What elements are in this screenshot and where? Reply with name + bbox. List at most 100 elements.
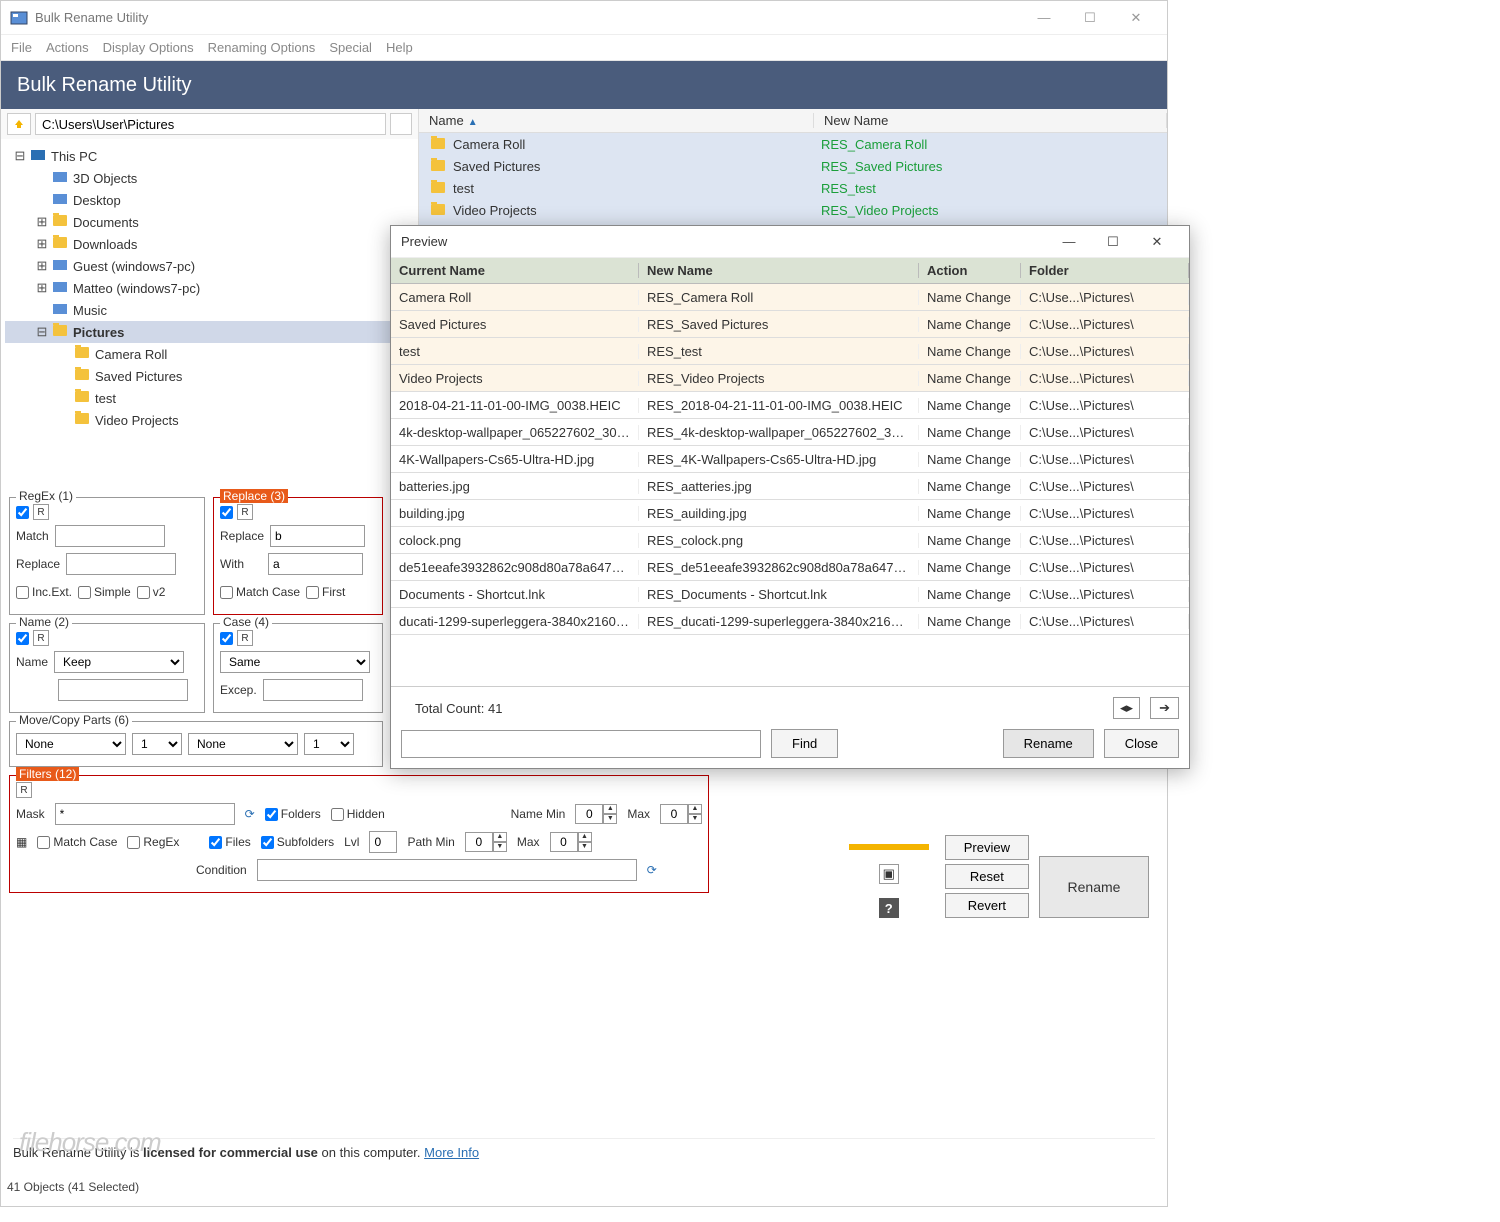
preview-rename-button[interactable]: Rename [1003, 729, 1094, 758]
preview-row[interactable]: ducati-1299-superleggera-3840x2160-4k-ra… [391, 608, 1189, 635]
case-reset[interactable]: R [237, 630, 253, 646]
more-info-link[interactable]: More Info [424, 1145, 479, 1160]
filters-matchcase[interactable] [37, 836, 50, 849]
regex-reset[interactable]: R [33, 504, 49, 520]
regex-match-input[interactable] [55, 525, 165, 547]
select-icon[interactable]: ▣ [879, 864, 899, 884]
namemin-input[interactable] [575, 804, 603, 824]
preview-row[interactable]: 4K-Wallpapers-Cs65-Ultra-HD.jpgRES_4K-Wa… [391, 446, 1189, 473]
regex-simple[interactable] [78, 586, 91, 599]
tree-toggle[interactable]: ⊞ [35, 280, 49, 296]
tree-item[interactable]: ⊞Matteo (windows7-pc) [5, 277, 414, 299]
name-enable[interactable] [16, 632, 29, 645]
tree-item[interactable]: ⊟Pictures [5, 321, 414, 343]
col-newname[interactable]: New Name [814, 113, 1167, 128]
preview-row[interactable]: de51eeafe3932862c908d80a78a6477e.jpgRES_… [391, 554, 1189, 581]
filters-files[interactable] [209, 836, 222, 849]
menu-special[interactable]: Special [329, 40, 372, 55]
tree-item[interactable]: ⊟This PC [5, 145, 414, 167]
preview-maximize[interactable]: ☐ [1091, 228, 1135, 256]
preview-row[interactable]: 2018-04-21-11-01-00-IMG_0038.HEICRES_201… [391, 392, 1189, 419]
replace-reset[interactable]: R [237, 504, 253, 520]
max-input[interactable] [660, 804, 688, 824]
close-button[interactable]: ✕ [1113, 4, 1159, 32]
browse-button[interactable] [390, 113, 412, 135]
preview-button[interactable]: Preview [945, 835, 1029, 860]
tree-item[interactable]: Video Projects [5, 409, 414, 431]
tree-item[interactable]: Music [5, 299, 414, 321]
tree-toggle[interactable]: ⊞ [35, 214, 49, 230]
preview-body[interactable]: Camera RollRES_Camera RollName ChangeC:\… [391, 284, 1189, 686]
refresh-icon-2[interactable]: ⟳ [647, 863, 657, 877]
tree-toggle[interactable]: ⊟ [13, 148, 27, 164]
file-row[interactable]: Saved PicturesRES_Saved Pictures [419, 155, 1167, 177]
condition-input[interactable] [257, 859, 637, 881]
filters-regex[interactable] [127, 836, 140, 849]
col-name[interactable]: Name▲ [419, 113, 814, 128]
folder-tree[interactable]: ⊟This PC3D ObjectsDesktop⊞Documents⊞Down… [1, 139, 418, 489]
regex-v2[interactable] [137, 586, 150, 599]
name-extra-input[interactable] [58, 679, 188, 701]
pv-col-new[interactable]: New Name [639, 263, 919, 278]
export-icon[interactable]: ➔ [1150, 697, 1179, 719]
with-input[interactable] [268, 553, 363, 575]
filters-hidden[interactable] [331, 808, 344, 821]
tree-item[interactable]: ⊞Documents [5, 211, 414, 233]
file-row[interactable]: testRES_test [419, 177, 1167, 199]
movecopy-num2[interactable]: 1 [304, 733, 354, 755]
tree-item[interactable]: Camera Roll [5, 343, 414, 365]
replace-first[interactable] [306, 586, 319, 599]
replace-enable[interactable] [220, 506, 233, 519]
pathmin-input[interactable] [465, 832, 493, 852]
movecopy-sel2[interactable]: None [188, 733, 298, 755]
filters-reset[interactable]: R [16, 782, 32, 798]
revert-button[interactable]: Revert [945, 893, 1029, 918]
maximize-button[interactable]: ☐ [1067, 4, 1113, 32]
preview-row[interactable]: building.jpgRES_auilding.jpgName ChangeC… [391, 500, 1189, 527]
case-excep-input[interactable] [263, 679, 363, 701]
minimize-button[interactable]: — [1021, 4, 1067, 32]
file-row[interactable]: Video ProjectsRES_Video Projects [419, 199, 1167, 221]
tree-toggle[interactable]: ⊞ [35, 236, 49, 252]
max2-input[interactable] [550, 832, 578, 852]
case-select[interactable]: Same [220, 651, 370, 673]
menu-actions[interactable]: Actions [46, 40, 89, 55]
tree-item[interactable]: Desktop [5, 189, 414, 211]
movecopy-sel1[interactable]: None [16, 733, 126, 755]
menu-file[interactable]: File [11, 40, 32, 55]
filters-folders[interactable] [265, 808, 278, 821]
tree-item[interactable]: test [5, 387, 414, 409]
pv-col-action[interactable]: Action [919, 263, 1021, 278]
filters-subfolders[interactable] [261, 836, 274, 849]
regex-replace-input[interactable] [66, 553, 176, 575]
pv-col-folder[interactable]: Folder [1021, 263, 1189, 278]
replace-matchcase[interactable] [220, 586, 233, 599]
movecopy-num1[interactable]: 1 [132, 733, 182, 755]
tree-item[interactable]: 3D Objects [5, 167, 414, 189]
columns-icon[interactable]: ◂▸ [1113, 697, 1140, 719]
regex-enable[interactable] [16, 506, 29, 519]
refresh-icon[interactable]: ⟳ [245, 807, 255, 821]
regex-incext[interactable] [16, 586, 29, 599]
preview-row[interactable]: colock.pngRES_colock.pngName ChangeC:\Us… [391, 527, 1189, 554]
tree-item[interactable]: ⊞Downloads [5, 233, 414, 255]
case-enable[interactable] [220, 632, 233, 645]
preview-row[interactable]: 4k-desktop-wallpaper_065227602_309.jpgRE… [391, 419, 1189, 446]
replace-input[interactable] [270, 525, 365, 547]
preview-row[interactable]: batteries.jpgRES_aatteries.jpgName Chang… [391, 473, 1189, 500]
preview-close[interactable]: ✕ [1135, 228, 1179, 256]
menu-display-options[interactable]: Display Options [103, 40, 194, 55]
up-button[interactable] [7, 113, 31, 135]
preview-find-button[interactable]: Find [771, 729, 838, 758]
lvl-input[interactable] [369, 831, 397, 853]
pv-col-current[interactable]: Current Name [391, 263, 639, 278]
preview-row[interactable]: Video ProjectsRES_Video ProjectsName Cha… [391, 365, 1189, 392]
tree-toggle[interactable]: ⊟ [35, 324, 49, 340]
tree-toggle[interactable]: ⊞ [35, 258, 49, 274]
preview-row[interactable]: Saved PicturesRES_Saved PicturesName Cha… [391, 311, 1189, 338]
saved-filter-icon[interactable]: ▦ [16, 835, 27, 849]
path-input[interactable] [35, 113, 386, 135]
tree-item[interactable]: Saved Pictures [5, 365, 414, 387]
help-icon[interactable]: ? [879, 898, 899, 918]
rename-button[interactable]: Rename [1039, 856, 1149, 918]
